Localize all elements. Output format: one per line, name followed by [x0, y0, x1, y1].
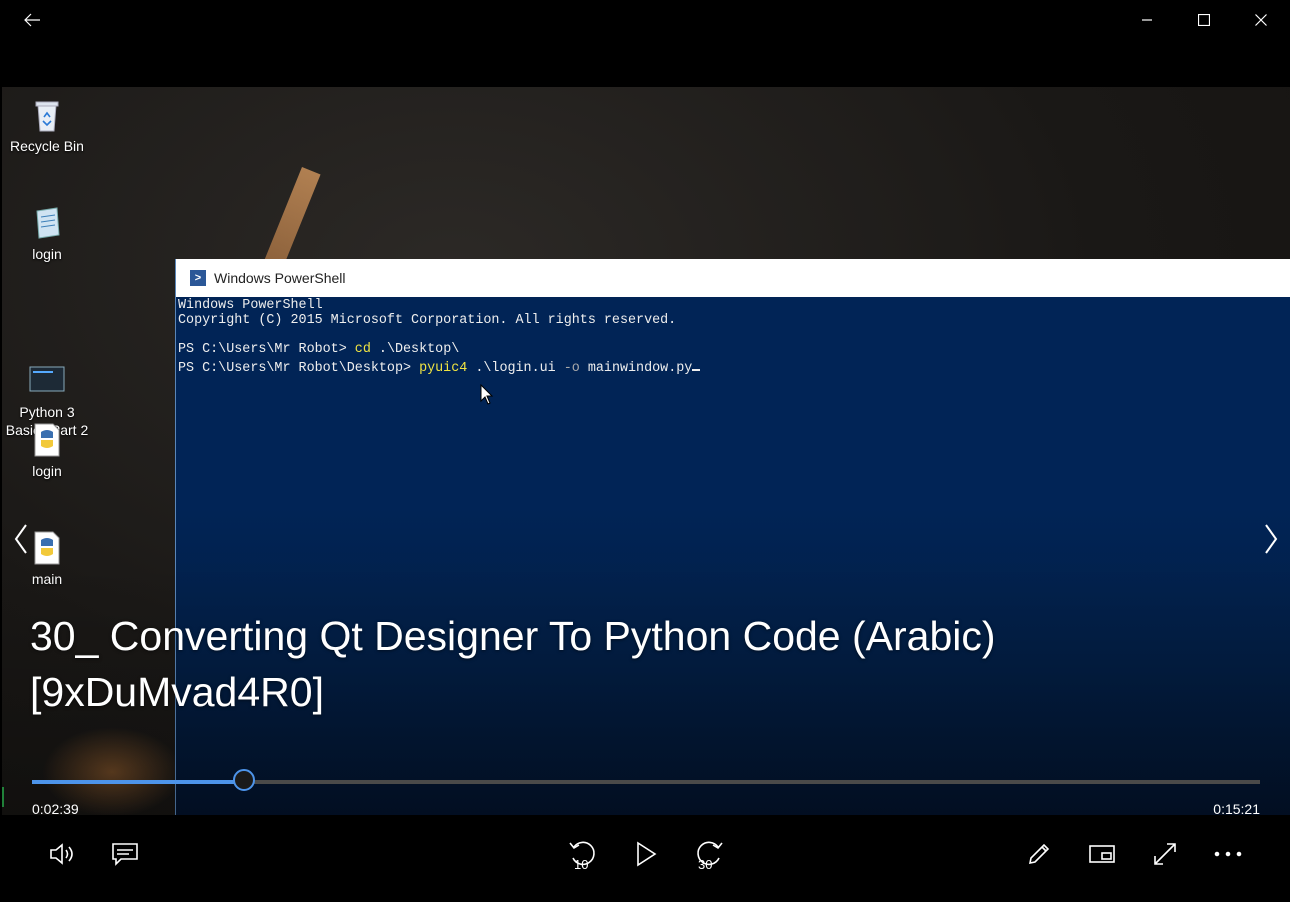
more-options-button[interactable]: [1205, 831, 1251, 877]
volume-button[interactable]: [40, 831, 86, 877]
previous-button[interactable]: [6, 522, 36, 556]
desktop-icon-label: Recycle Bin: [10, 138, 84, 154]
play-button[interactable]: [623, 831, 669, 877]
recycle-bin-icon: [29, 97, 65, 133]
desktop-icon-label: login: [32, 246, 62, 262]
console-args: .\Desktop\: [370, 341, 460, 357]
console-args: mainwindow.py: [579, 361, 693, 376]
close-icon: [1255, 14, 1267, 26]
title-bar: [0, 0, 1290, 87]
console-flag: -o: [563, 361, 580, 376]
back-button[interactable]: [4, 0, 60, 40]
seek-bar-fill: [32, 780, 245, 784]
more-icon: [1214, 851, 1242, 857]
captions-icon: [112, 843, 138, 866]
video-file-icon: [29, 345, 65, 392]
console-command: pyuic4: [419, 361, 468, 376]
edit-button[interactable]: [1016, 831, 1062, 877]
fullscreen-icon: [1154, 843, 1176, 865]
skip-back-button[interactable]: 10: [560, 831, 606, 877]
chevron-right-icon: [1265, 524, 1278, 554]
next-button[interactable]: [1256, 522, 1286, 556]
seek-bar[interactable]: [32, 769, 1260, 791]
powershell-titlebar: > Windows PowerShell: [176, 259, 1290, 297]
desktop-icon-login-notepad: login: [2, 205, 92, 263]
minimize-button[interactable]: [1119, 0, 1175, 40]
console-line: Copyright (C) 2015 Microsoft Corporation…: [178, 312, 677, 328]
maximize-icon: [1198, 14, 1210, 26]
powershell-title: Windows PowerShell: [214, 270, 346, 286]
captions-button[interactable]: [102, 831, 148, 877]
volume-icon: [50, 843, 73, 865]
video-title: 30_ Converting Qt Designer To Python Cod…: [30, 608, 1130, 720]
powershell-icon: >: [190, 270, 206, 286]
video-title-line1: 30_ Converting Qt Designer To Python Cod…: [30, 613, 996, 659]
desktop-icon-login-python: login: [2, 422, 92, 480]
mini-view-button[interactable]: [1079, 831, 1125, 877]
console-caret: [692, 357, 701, 371]
mini-view-icon: [1089, 845, 1115, 863]
fullscreen-button[interactable]: [1142, 831, 1188, 877]
console-line: Windows PowerShell: [178, 298, 323, 313]
playback-controls: 10 30: [0, 815, 1290, 902]
console-prompt: PS C:\Users\Mr Robot>: [178, 341, 355, 357]
maximize-button[interactable]: [1176, 0, 1232, 40]
python-file-icon: [29, 422, 65, 458]
skip-forward-button[interactable]: 30: [686, 831, 732, 877]
console-command: cd: [354, 341, 371, 357]
skip-back-label: 10: [574, 857, 589, 872]
notepad-file-icon: [29, 205, 65, 241]
pencil-icon: [1028, 843, 1050, 865]
video-title-line2: [9xDuMvad4R0]: [30, 669, 324, 715]
seek-bar-thumb[interactable]: [233, 769, 256, 791]
skip-forward-label: 30: [698, 857, 713, 872]
back-arrow-icon: [24, 13, 40, 27]
minimize-icon: [1142, 19, 1152, 21]
desktop-icon-label: login: [32, 463, 62, 479]
chevron-left-icon: [14, 524, 27, 554]
play-icon: [637, 841, 657, 867]
console-prompt: PS C:\Users\Mr Robot\Desktop>: [178, 361, 420, 376]
close-button[interactable]: [1233, 0, 1289, 40]
console-args: .\login.ui: [467, 361, 564, 376]
mouse-pointer-icon: [480, 383, 494, 411]
desktop-icon-recycle-bin: Recycle Bin: [2, 97, 92, 155]
